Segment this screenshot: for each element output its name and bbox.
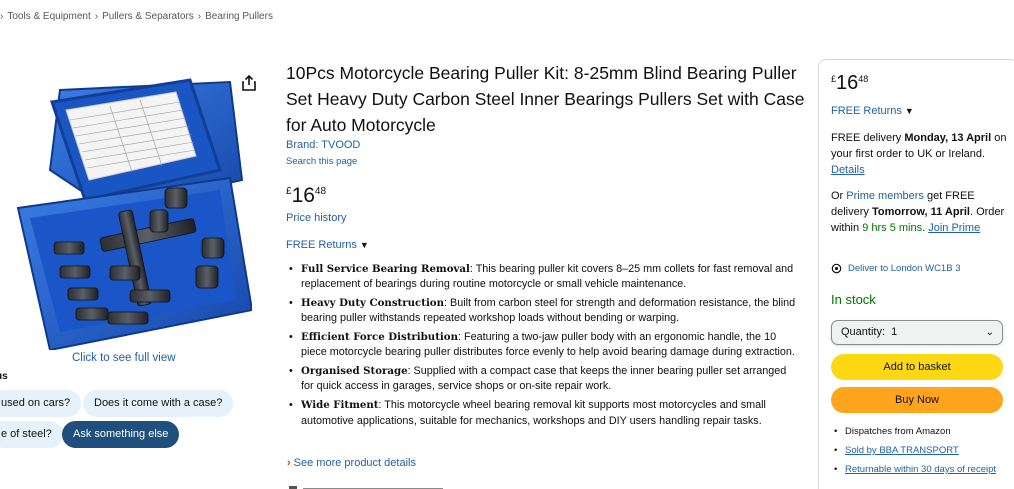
image-gallery — [0, 60, 270, 350]
location-pin-icon — [831, 263, 842, 274]
stock-status: In stock — [831, 292, 876, 307]
deliver-to-label: Deliver to London WC1B 3 — [848, 263, 961, 274]
buybox-free-returns-link[interactable]: FREE Returns ▼ — [831, 105, 914, 117]
breadcrumb: › Tools & Equipment › Pullers & Separators ›… — [0, 11, 273, 22]
rufus-chip-used-on-cars[interactable]: used on cars? — [0, 390, 82, 417]
feature-bullet-title: Efficient Force Distribution — [301, 331, 458, 344]
delivery-info: FREE delivery Monday, 13 April on your f… — [831, 130, 1007, 178]
see-more-label: See more product details — [293, 457, 416, 469]
free-returns-link[interactable]: FREE Returns ▼ — [286, 239, 369, 251]
delivery-prefix: FREE delivery — [831, 132, 905, 144]
free-returns-label: FREE Returns — [831, 105, 902, 117]
feature-bullet: Heavy Duty Construction: Built from carb… — [286, 296, 796, 326]
chevron-down-icon: ▼ — [904, 106, 914, 116]
feature-bullet-title: Organised Storage — [301, 365, 408, 378]
feature-bullet-title: Wide Fitment — [301, 399, 379, 412]
ask-something-else-button[interactable]: Ask something else — [62, 421, 180, 448]
see-full-view-link[interactable]: Click to see full view — [72, 352, 176, 364]
sold-by-label: Sold by BBA TRANSPORT — [845, 445, 959, 456]
price-whole: 16 — [836, 72, 859, 94]
breadcrumb-separator: › — [197, 11, 202, 22]
breadcrumb-tools-equipment[interactable]: Tools & Equipment — [7, 11, 90, 22]
rufus-section-label: us — [0, 371, 8, 382]
share-icon[interactable] — [240, 74, 258, 92]
add-to-basket-button[interactable]: Add to basket — [831, 354, 1003, 380]
buy-box: £1648 FREE Returns ▼ FREE delivery Monday… — [818, 59, 1014, 489]
returnable-label: Returnable within 30 days of receipt — [845, 464, 997, 475]
price-history-link[interactable]: Price history — [286, 212, 347, 224]
breadcrumb-bearing-pullers[interactable]: Bearing Pullers — [205, 11, 273, 22]
feature-bullet: Wide Fitment: This motorcycle wheel bear… — [286, 398, 796, 428]
prime-delivery-date: Tomorrow, 11 April — [871, 206, 970, 218]
search-this-page-link[interactable]: Search this page — [286, 156, 357, 167]
rufus-chip-steel[interactable]: e of steel? — [0, 421, 63, 448]
returnable-link[interactable]: Returnable within 30 days of receipt — [833, 464, 1009, 476]
prime-delivery-info: Or Prime members get FREE delivery Tomor… — [831, 188, 1007, 236]
chevron-down-icon: ▼ — [359, 240, 369, 250]
price-currency: £ — [286, 186, 292, 197]
dispatches-from: Dispatches from Amazon — [833, 426, 1009, 438]
chevron-down-icon: ⌄ — [985, 327, 994, 338]
price-whole: 16 — [291, 184, 315, 207]
join-prime-link[interactable]: Join Prime — [928, 222, 980, 234]
truncated-content — [289, 486, 443, 489]
feature-bullet: Full Service Bearing Removal: This beari… — [286, 262, 796, 292]
prime-or: Or — [831, 190, 847, 202]
quantity-label: Quantity: 1 — [841, 326, 898, 338]
buy-now-button[interactable]: Buy Now — [831, 387, 1003, 413]
breadcrumb-separator: › — [0, 11, 4, 22]
delivery-countdown: 9 hrs 5 mins — [862, 222, 923, 234]
feature-bullets: Full Service Bearing Removal: This beari… — [286, 262, 796, 432]
rufus-chip-case[interactable]: Does it come with a case? — [83, 390, 233, 417]
product-price: £1648 — [286, 184, 326, 208]
seller-info-list: Dispatches from Amazon Sold by BBA TRANS… — [833, 426, 1009, 483]
feature-bullet: Efficient Force Distribution: Featuring … — [286, 330, 796, 360]
see-more-details-link[interactable]: › See more product details — [287, 457, 416, 469]
product-title: 10Pcs Motorcycle Bearing Puller Kit: 8-2… — [286, 63, 805, 135]
prime-members-link[interactable]: Prime members — [846, 190, 924, 202]
delivery-details-link[interactable]: Details — [831, 164, 865, 176]
buybox-price: £1648 — [831, 72, 868, 95]
free-returns-label: FREE Returns — [286, 239, 357, 251]
price-fraction: 48 — [858, 74, 869, 84]
feature-bullet-title: Full Service Bearing Removal — [301, 263, 470, 275]
chevron-right-icon: › — [287, 457, 291, 469]
deliver-to-location[interactable]: Deliver to London WC1B 3 — [831, 263, 960, 274]
brand-link[interactable]: Brand: TVOOD — [286, 139, 360, 151]
delivery-date: Monday, 13 April — [904, 132, 992, 144]
price-currency: £ — [831, 74, 837, 84]
breadcrumb-separator: › — [94, 11, 99, 22]
feature-bullet-title: Heavy Duty Construction — [301, 297, 445, 310]
product-image[interactable] — [0, 60, 252, 350]
feature-bullet: Organised Storage: Supplied with a compa… — [286, 364, 796, 394]
sold-by-link[interactable]: Sold by BBA TRANSPORT — [833, 445, 1009, 457]
breadcrumb-pullers-separators[interactable]: Pullers & Separators — [102, 11, 194, 22]
price-fraction: 48 — [314, 186, 327, 197]
quantity-select[interactable]: Quantity: 1 ⌄ — [831, 320, 1003, 345]
